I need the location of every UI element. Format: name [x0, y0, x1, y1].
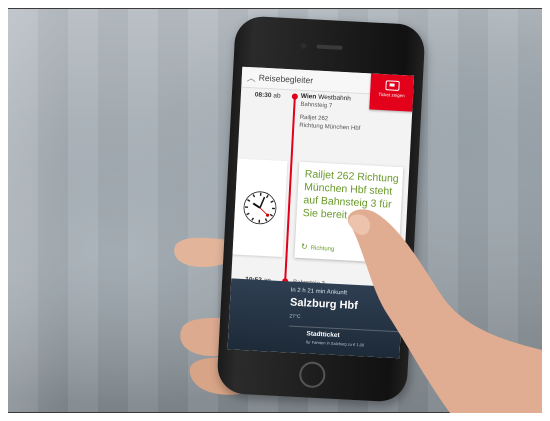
frame-top [8, 8, 542, 9]
station-clock-icon [243, 191, 277, 225]
departure-platform: Bahnsteig 7 [300, 101, 333, 110]
train-direction: Richtung München Hbf [299, 122, 361, 132]
earpiece-speaker [316, 44, 343, 50]
destination-temperature: 27°C [289, 313, 301, 321]
home-button[interactable] [298, 361, 326, 389]
departure-time: 08:30 ab [254, 91, 281, 100]
thumb-image [347, 209, 542, 413]
clock-panel [232, 158, 288, 258]
app-title: Reisebegleiter [258, 72, 314, 86]
chevron-up-icon[interactable]: ︿ [246, 71, 256, 84]
show-ticket-label: Ticket zeigen [378, 91, 405, 99]
show-ticket-button[interactable]: Ticket zeigen [369, 73, 415, 112]
refresh-icon: ↻ [300, 242, 308, 252]
ticket-icon [384, 80, 400, 91]
front-camera [300, 42, 307, 50]
departure-marker [291, 93, 299, 100]
